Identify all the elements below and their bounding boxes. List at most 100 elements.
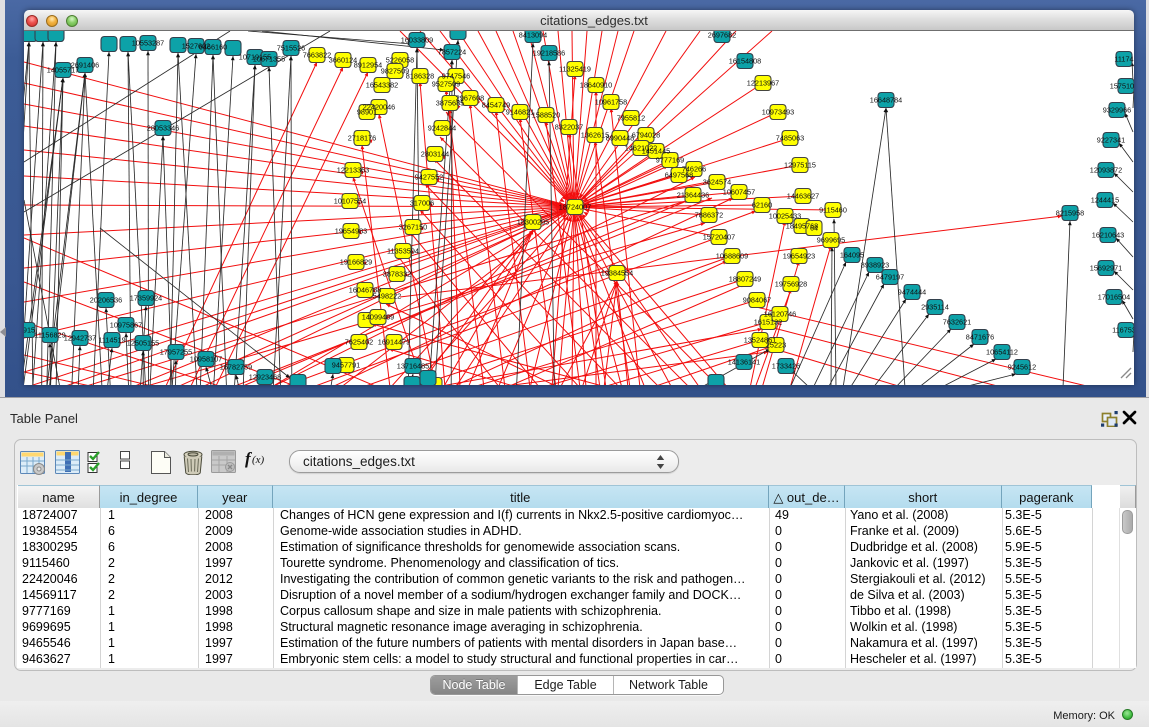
svg-text:12942737: 12942737 — [64, 334, 96, 343]
svg-text:6466160: 6466160 — [199, 43, 227, 52]
svg-text:13716485: 13716485 — [397, 362, 429, 371]
svg-text:8912954: 8912954 — [354, 61, 382, 70]
svg-text:9329966: 9329966 — [1103, 106, 1131, 115]
svg-text:(x): (x) — [252, 454, 265, 466]
svg-text:28053346: 28053346 — [147, 124, 179, 133]
svg-text:3267150: 3267150 — [399, 223, 427, 232]
svg-text:2718176: 2718176 — [348, 134, 376, 143]
svg-text:10973493: 10973493 — [762, 108, 794, 117]
svg-text:9242844: 9242844 — [428, 124, 456, 133]
svg-text:14463627: 14463627 — [787, 192, 819, 201]
svg-text:19756928: 19756928 — [775, 280, 807, 289]
svg-text:8215958: 8215958 — [1056, 209, 1084, 218]
svg-text:11156829: 11156829 — [34, 331, 65, 340]
svg-text:2935114: 2935114 — [921, 303, 949, 312]
svg-text:9146821: 9146821 — [506, 108, 534, 117]
svg-text:1244415: 1244415 — [1091, 196, 1119, 205]
svg-text:3624574: 3624574 — [703, 178, 731, 187]
svg-text:9527509: 9527509 — [432, 80, 460, 89]
svg-text:10961758: 10961758 — [595, 98, 627, 107]
svg-text:98901: 98901 — [357, 108, 377, 117]
svg-text:6497568: 6497568 — [665, 171, 693, 180]
svg-text:15720407: 15720407 — [703, 233, 735, 242]
svg-text:2697682: 2697682 — [708, 31, 736, 40]
svg-text:1588520: 1588520 — [532, 111, 560, 120]
svg-text:8322037: 8322037 — [555, 123, 583, 132]
svg-text:10607457: 10607457 — [723, 188, 755, 197]
svg-text:18807249: 18807249 — [729, 275, 761, 284]
svg-text:2691406: 2691406 — [71, 61, 99, 70]
svg-text:3875685: 3875685 — [436, 99, 464, 108]
svg-text:62160: 62160 — [752, 201, 772, 210]
svg-text:10107554: 10107554 — [334, 197, 366, 206]
svg-text:8938923: 8938923 — [861, 261, 889, 270]
svg-text:19218586: 19218586 — [533, 49, 565, 58]
svg-text:10688609: 10688609 — [716, 252, 748, 261]
svg-text:2803144: 2803144 — [421, 150, 449, 159]
svg-text:21364436: 21364436 — [677, 191, 709, 200]
svg-text:8413094: 8413094 — [519, 31, 547, 40]
svg-text:16782759: 16782759 — [220, 363, 252, 372]
svg-text:18640910: 18640910 — [580, 81, 612, 90]
svg-text:5226058: 5226058 — [386, 56, 414, 65]
svg-text:15692971: 15692971 — [1090, 264, 1122, 273]
svg-text:317006: 317006 — [410, 199, 434, 208]
svg-text:9777169: 9777169 — [656, 156, 684, 165]
svg-text:64: 64 — [810, 224, 818, 233]
svg-text:16120746: 16120746 — [764, 310, 796, 319]
svg-text:1615132: 1615132 — [754, 318, 782, 327]
svg-text:1451445: 1451445 — [642, 147, 670, 156]
svg-text:18724007: 18724007 — [559, 203, 591, 212]
svg-text:10025433: 10025433 — [769, 212, 801, 221]
svg-text:7663822: 7663822 — [303, 51, 331, 60]
svg-text:14136141: 14136141 — [728, 358, 760, 367]
svg-text:16154808: 16154808 — [729, 57, 761, 66]
svg-text:1167533: 1167533 — [1112, 326, 1134, 335]
svg-text:10654112: 10654112 — [986, 348, 1018, 357]
svg-text:7886372: 7886372 — [695, 211, 723, 220]
svg-text:12213363: 12213363 — [337, 166, 369, 175]
svg-text:17016504: 17016504 — [1098, 293, 1130, 302]
svg-text:10958107: 10958107 — [190, 355, 222, 364]
svg-text:7632621: 7632621 — [943, 318, 971, 327]
svg-text:12923468: 12923468 — [249, 373, 281, 382]
svg-text:12213967: 12213967 — [747, 79, 779, 88]
svg-text:7515526: 7515526 — [277, 44, 305, 53]
svg-text:14099489: 14099489 — [362, 313, 394, 322]
svg-text:164095: 164095 — [840, 251, 864, 260]
svg-text:16543382: 16543382 — [366, 81, 398, 90]
svg-text:9227341: 9227341 — [1097, 136, 1125, 145]
svg-text:7625402: 7625402 — [345, 338, 373, 347]
svg-text:15751074: 15751074 — [1110, 82, 1134, 91]
svg-text:25223: 25223 — [766, 341, 786, 350]
svg-text:19384554: 19384554 — [601, 269, 633, 278]
svg-text:5498222: 5498222 — [373, 292, 401, 301]
svg-text:9699695: 9699695 — [817, 236, 845, 245]
svg-text:9245612: 9245612 — [1008, 363, 1036, 372]
svg-text:6794028: 6794028 — [632, 131, 660, 140]
svg-text:12975115: 12975115 — [784, 161, 816, 170]
svg-text:9457791: 9457791 — [332, 361, 360, 370]
svg-text:1114519: 1114519 — [98, 336, 125, 345]
svg-text:9474444: 9474444 — [898, 288, 926, 297]
svg-text:19654983: 19654983 — [335, 227, 367, 236]
svg-text:16648784: 16648784 — [870, 96, 902, 105]
svg-text:17359924: 17359924 — [130, 294, 162, 303]
svg-text:7485063: 7485063 — [776, 134, 804, 143]
svg-text:8186328: 8186328 — [406, 72, 434, 81]
svg-text:11325419: 11325419 — [559, 65, 591, 74]
svg-text:20206536: 20206536 — [90, 296, 122, 305]
svg-text:10553287: 10553287 — [132, 39, 164, 48]
svg-text:9084067: 9084067 — [743, 296, 771, 305]
svg-text:18300295: 18300295 — [517, 218, 549, 227]
svg-text:3878332: 3878332 — [383, 270, 411, 279]
svg-text:12093872: 12093872 — [1090, 166, 1122, 175]
svg-text:10671355: 10671355 — [253, 55, 285, 64]
svg-text:9115460: 9115460 — [819, 206, 847, 215]
svg-text:11174: 11174 — [1114, 55, 1133, 64]
svg-text:16033809: 16033809 — [401, 36, 433, 45]
svg-text:9427552: 9427552 — [415, 173, 443, 182]
svg-text:10975867: 10975867 — [110, 321, 142, 330]
svg-text:11353594: 11353594 — [387, 247, 419, 256]
svg-text:16914479: 16914479 — [378, 338, 410, 347]
